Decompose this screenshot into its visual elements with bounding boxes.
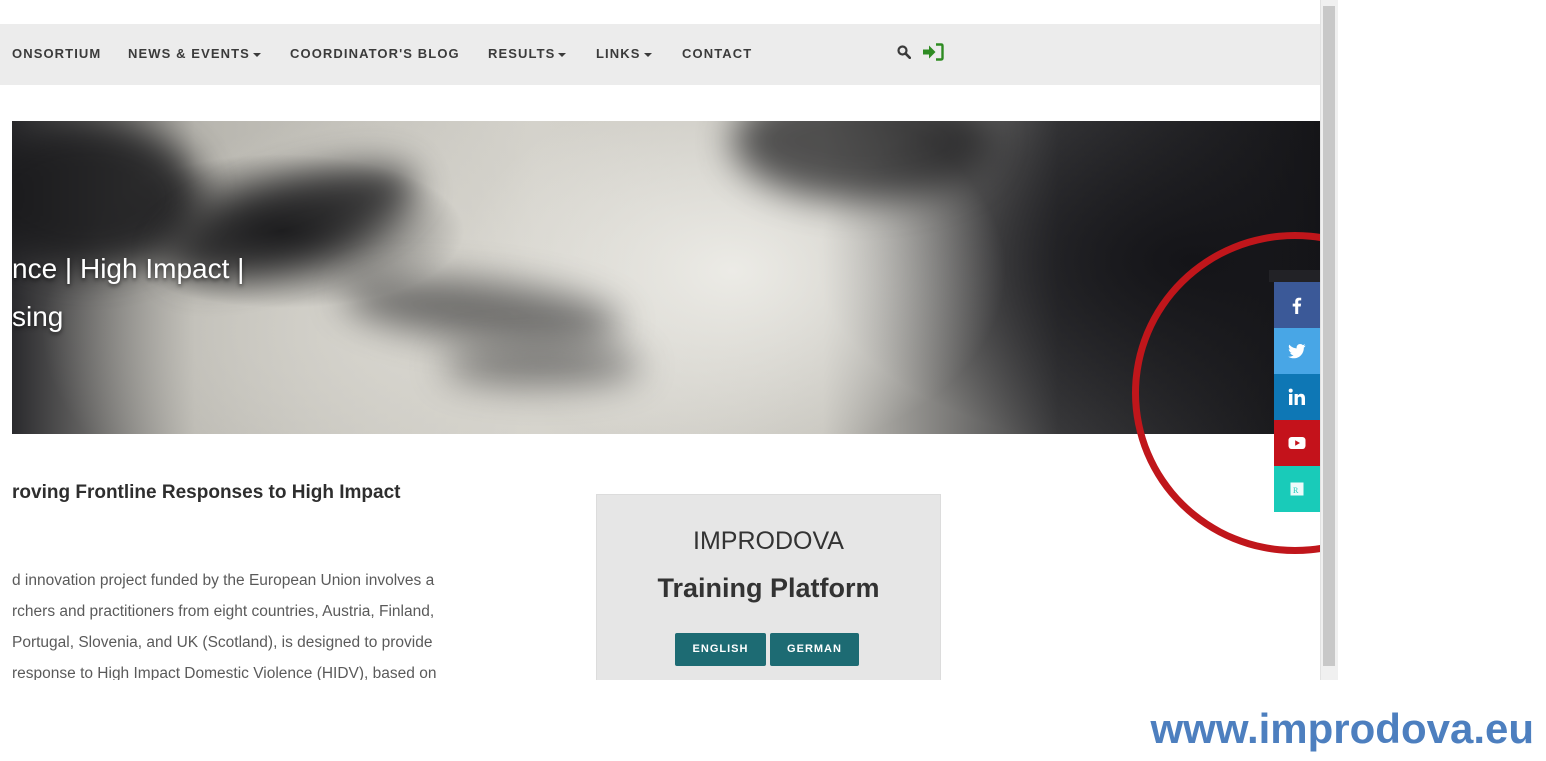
scrollbar-thumb[interactable] (1323, 6, 1335, 666)
youtube-button[interactable] (1274, 420, 1320, 466)
linkedin-icon (1288, 388, 1305, 405)
facebook-icon (1292, 297, 1302, 314)
youtube-icon (1288, 437, 1306, 449)
chevron-down-icon (252, 52, 261, 57)
vertical-scrollbar[interactable] (1320, 0, 1338, 680)
chevron-down-icon (643, 52, 652, 57)
english-button[interactable]: ENGLISH (675, 633, 766, 666)
training-platform-box: IMPRODOVA Training Platform ENGLISH GERM… (596, 494, 941, 680)
facebook-button[interactable] (1274, 282, 1320, 328)
project-heading: roving Frontline Responses to High Impac… (12, 482, 401, 503)
chevron-down-icon (558, 52, 567, 57)
nav-item-links[interactable]: LINKS (596, 46, 652, 61)
paragraph-line: response to High Impact Domestic Violenc… (12, 665, 437, 680)
nav-item-coordinators-blog[interactable]: COORDINATOR'S BLOG (290, 46, 460, 61)
hero-tagline-line-1: nce | High Impact | (12, 253, 245, 284)
nav-item-news-events[interactable]: NEWS & EVENTS (128, 46, 261, 61)
social-bar-cap (1269, 270, 1320, 282)
researchgate-button[interactable]: R (1274, 466, 1320, 512)
nav-item-results[interactable]: RESULTS (488, 46, 567, 61)
hero-tagline-line-2: sing (12, 301, 64, 332)
twitter-icon (1288, 344, 1306, 359)
website-url: www.improdova.eu (1150, 705, 1535, 752)
nav-item-contact[interactable]: CONTACT (682, 46, 752, 61)
paragraph-line: Portugal, Slovenia, and UK (Scotland), i… (12, 634, 433, 651)
training-box-subtitle: Training Platform (657, 573, 880, 603)
browser-viewport: ONSORTIUM NEWS & EVENTS COORDINATOR'S BL… (0, 0, 1320, 680)
search-icon[interactable] (897, 45, 911, 59)
training-box-title: IMPRODOVA (693, 527, 844, 555)
german-button[interactable]: GERMAN (770, 633, 859, 666)
twitter-button[interactable] (1274, 328, 1320, 374)
researchgate-icon: R (1290, 482, 1304, 496)
sign-in-icon[interactable] (922, 43, 944, 61)
svg-text:R: R (1293, 486, 1299, 495)
nav-item-consortium[interactable]: ONSORTIUM (12, 46, 101, 61)
main-navigation: ONSORTIUM NEWS & EVENTS COORDINATOR'S BL… (0, 24, 1320, 85)
linkedin-button[interactable] (1274, 374, 1320, 420)
paragraph-line: d innovation project funded by the Europ… (12, 572, 435, 589)
paragraph-line: rchers and practitioners from eight coun… (12, 603, 435, 620)
hero-banner: nce | High Impact | sing (12, 121, 1320, 434)
